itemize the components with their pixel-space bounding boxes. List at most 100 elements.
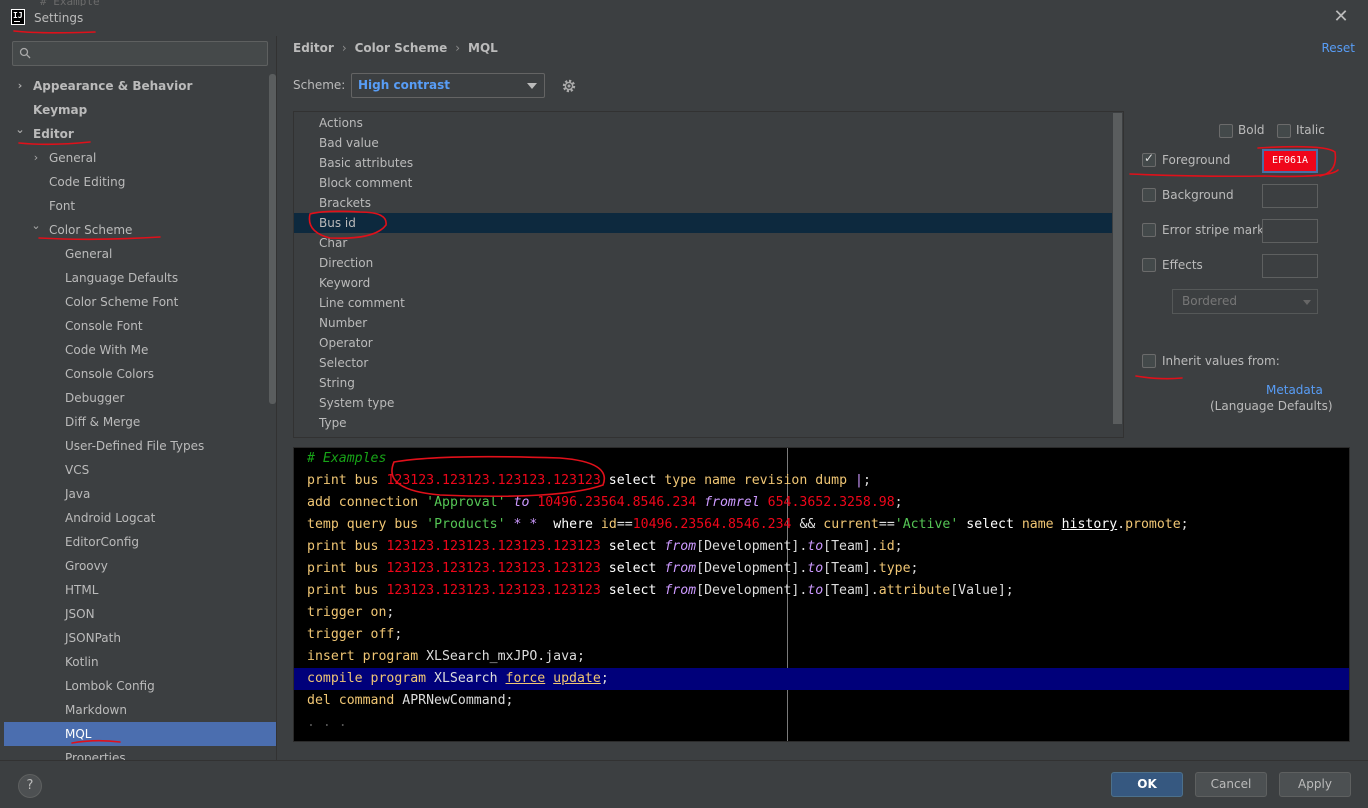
elements-list: Actions Bad value Basic attributes Block co…: [293, 111, 1124, 438]
sidebar-item[interactable]: Lombok Config: [4, 674, 268, 698]
effects-style-value: Bordered: [1182, 294, 1237, 308]
sidebar-item[interactable]: Diff & Merge: [4, 410, 268, 434]
sidebar-item[interactable]: Console Font: [4, 314, 268, 338]
sidebar-item[interactable]: Code Editing: [4, 170, 268, 194]
element-list-item[interactable]: Bus id: [294, 213, 1112, 233]
sidebar-item[interactable]: HTML: [4, 578, 268, 602]
sidebar-item[interactable]: Code With Me: [4, 338, 268, 362]
elements-scrollbar[interactable]: [1113, 113, 1122, 424]
element-list-item[interactable]: String: [294, 373, 1112, 393]
code-token: ;: [386, 605, 395, 620]
sidebar-scrollbar[interactable]: [269, 74, 276, 404]
code-token: connection: [338, 495, 419, 510]
sidebar-item[interactable]: General: [4, 242, 268, 266]
sidebar-item[interactable]: Font: [4, 194, 268, 218]
element-list-item[interactable]: Keyword: [294, 273, 1112, 293]
background-color-swatch[interactable]: [1262, 184, 1318, 208]
sidebar-item[interactable]: › Appearance & Behavior: [4, 74, 268, 98]
sidebar-item-label: Editor: [33, 127, 74, 141]
effects-label: Effects: [1162, 258, 1203, 272]
element-list-item[interactable]: Brackets: [294, 193, 1112, 213]
code-token: select: [966, 517, 1014, 532]
element-list-item[interactable]: Basic attributes: [294, 153, 1112, 173]
element-list-item[interactable]: Char: [294, 233, 1112, 253]
search-input[interactable]: [12, 41, 268, 66]
help-button[interactable]: ?: [18, 774, 42, 798]
element-list-item[interactable]: System type: [294, 393, 1112, 413]
sidebar-item-label: Console Colors: [65, 367, 155, 381]
sidebar-item[interactable]: Language Defaults: [4, 266, 268, 290]
element-list-item[interactable]: Actions: [294, 113, 1112, 133]
code-token: to: [807, 583, 824, 598]
sidebar-item[interactable]: MQL: [4, 722, 276, 746]
element-list-item[interactable]: Block comment: [294, 173, 1112, 193]
italic-checkbox[interactable]: [1277, 124, 1291, 138]
ok-button[interactable]: OK: [1111, 772, 1183, 797]
element-list-item[interactable]: Direction: [294, 253, 1112, 273]
code-token: 654.3652.3258.98: [767, 495, 895, 510]
sidebar-item[interactable]: User-Defined File Types: [4, 434, 268, 458]
effects-color-swatch[interactable]: [1262, 254, 1318, 278]
window-title: Settings: [34, 11, 84, 25]
sidebar-item[interactable]: Android Logcat: [4, 506, 268, 530]
inherit-source-link[interactable]: Metadata: [1266, 383, 1323, 397]
inherit-checkbox[interactable]: [1142, 354, 1156, 368]
effects-style-dropdown[interactable]: Bordered: [1172, 289, 1318, 314]
sidebar-item[interactable]: ⌄ Editor: [4, 122, 268, 146]
chevron-right-icon[interactable]: ›: [31, 146, 41, 170]
element-list-item[interactable]: Selector: [294, 353, 1112, 373]
element-list-item[interactable]: Line comment: [294, 293, 1112, 313]
chevron-down-icon[interactable]: ⌄: [31, 214, 41, 238]
sidebar-item[interactable]: ⌄ Color Scheme: [4, 218, 268, 242]
reset-link[interactable]: Reset: [1321, 41, 1355, 55]
code-line: temp query bus 'Products' * * where id==…: [294, 514, 1349, 536]
error-stripe-color-swatch[interactable]: [1262, 219, 1318, 243]
foreground-color-swatch[interactable]: EF061A: [1262, 149, 1318, 173]
sidebar-item[interactable]: › General: [4, 146, 268, 170]
sidebar-item-label: Color Scheme: [49, 223, 133, 237]
sidebar-item-label: JSONPath: [65, 631, 121, 645]
sidebar-item[interactable]: Color Scheme Font: [4, 290, 268, 314]
element-list-item[interactable]: Type: [294, 413, 1112, 433]
sidebar-item-label: General: [49, 151, 97, 165]
effects-checkbox[interactable]: [1142, 258, 1156, 272]
sidebar-item[interactable]: Markdown: [4, 698, 268, 722]
code-token: update: [553, 671, 601, 686]
code-line: # Examples: [294, 448, 1349, 470]
sidebar-item[interactable]: VCS: [4, 458, 268, 482]
scheme-dropdown[interactable]: High contrast: [351, 73, 545, 98]
bold-checkbox[interactable]: [1219, 124, 1233, 138]
element-list-item[interactable]: Operator: [294, 333, 1112, 353]
sidebar-item[interactable]: EditorConfig: [4, 530, 268, 554]
close-icon[interactable]: ✕: [1332, 8, 1350, 26]
code-preview[interactable]: # Examples print bus 123123.123123.123123…: [293, 447, 1350, 742]
code-token: [Development].: [696, 561, 808, 576]
code-token: 123123.123123.123123.123123: [386, 561, 601, 576]
sidebar-item[interactable]: Debugger: [4, 386, 268, 410]
foreground-checkbox[interactable]: [1142, 151, 1156, 167]
sidebar-item[interactable]: Properties: [4, 746, 268, 760]
sidebar-item[interactable]: JSONPath: [4, 626, 268, 650]
error-stripe-checkbox[interactable]: [1142, 223, 1156, 237]
chevron-right-icon[interactable]: ›: [15, 74, 25, 98]
code-token: [Value];: [950, 583, 1014, 598]
chevron-down-icon[interactable]: ⌄: [15, 118, 25, 142]
sidebar-item[interactable]: Groovy: [4, 554, 268, 578]
apply-button[interactable]: Apply: [1279, 772, 1351, 797]
sidebar-item[interactable]: JSON: [4, 602, 268, 626]
element-list-item[interactable]: Bad value: [294, 133, 1112, 153]
breadcrumb-item: Color Scheme: [354, 41, 448, 55]
element-list-item[interactable]: Number: [294, 313, 1112, 333]
sidebar-item[interactable]: Java: [4, 482, 268, 506]
code-line: print bus 123123.123123.123123.123123 se…: [294, 536, 1349, 558]
sidebar-item-label: Color Scheme Font: [65, 295, 179, 309]
sidebar-item[interactable]: Console Colors: [4, 362, 268, 386]
cancel-button[interactable]: Cancel: [1195, 772, 1267, 797]
sidebar-item[interactable]: Kotlin: [4, 650, 268, 674]
sidebar-item[interactable]: Keymap: [4, 98, 268, 122]
background-checkbox[interactable]: [1142, 188, 1156, 202]
gear-icon[interactable]: [561, 78, 577, 94]
